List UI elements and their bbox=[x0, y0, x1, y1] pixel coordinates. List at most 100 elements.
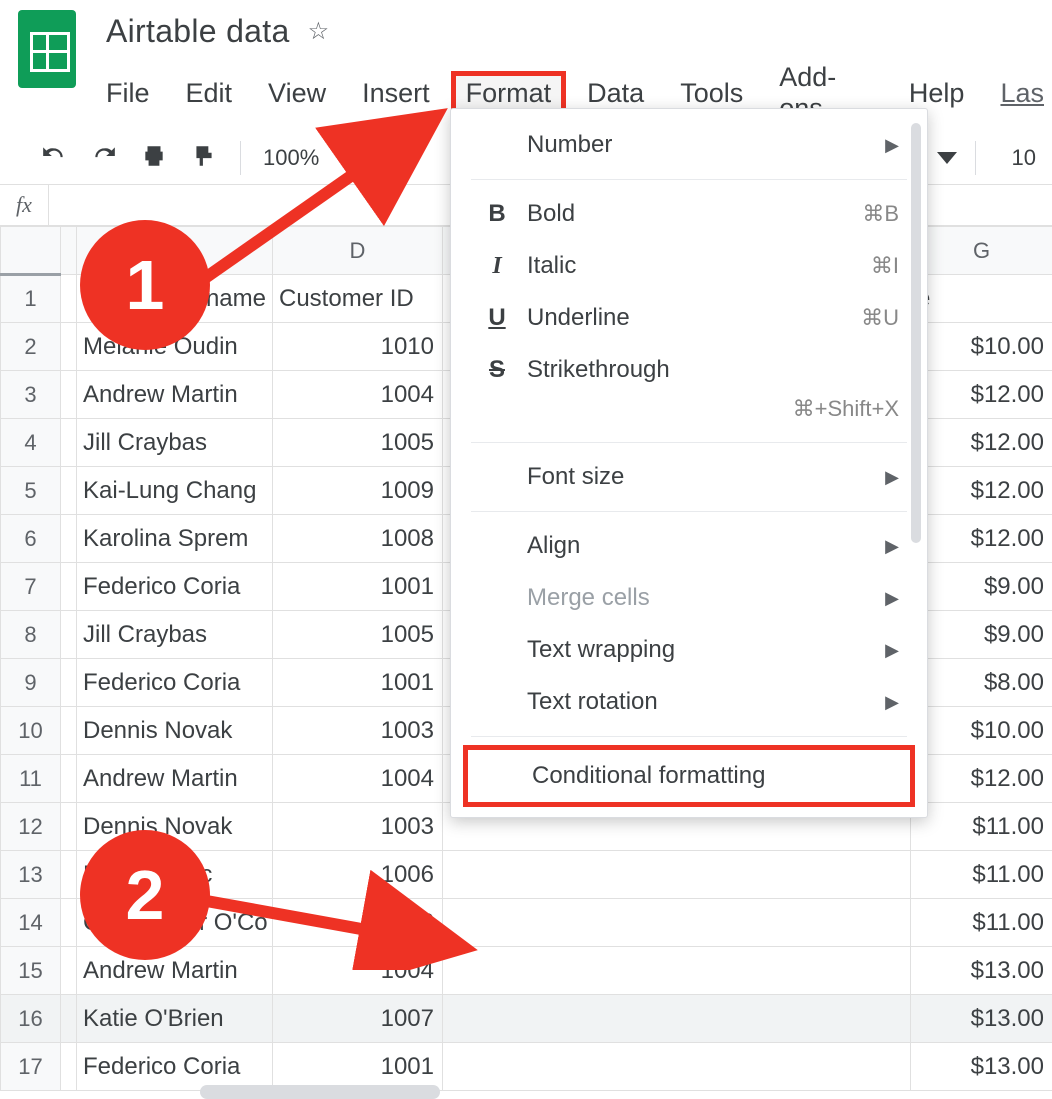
cell-amount[interactable]: $13.00 bbox=[911, 995, 1052, 1043]
cell-id[interactable]: 1007 bbox=[273, 995, 443, 1043]
menu-item-bold[interactable]: B Bold ⌘B bbox=[451, 188, 927, 240]
cell-id[interactable]: 1003 bbox=[273, 803, 443, 851]
cell[interactable] bbox=[443, 851, 911, 899]
undo-icon[interactable] bbox=[40, 143, 68, 174]
cell-name[interactable]: Kai-Lung Chang bbox=[77, 467, 273, 515]
cell-gutter bbox=[61, 611, 77, 659]
document-title[interactable]: Airtable data bbox=[106, 13, 290, 50]
redo-icon[interactable] bbox=[90, 143, 118, 174]
cell-id[interactable]: 1005 bbox=[273, 419, 443, 467]
cell-amount[interactable]: $12.00 bbox=[911, 515, 1052, 563]
cell-amount[interactable]: $8.00 bbox=[911, 659, 1052, 707]
cell-name[interactable]: Federico Coria bbox=[77, 659, 273, 707]
cell-amount[interactable]: $11.00 bbox=[911, 899, 1052, 947]
cell-id[interactable]: 1009 bbox=[273, 467, 443, 515]
row-header[interactable]: 11 bbox=[1, 755, 61, 803]
sheets-logo-icon[interactable] bbox=[18, 10, 76, 88]
cell-amount[interactable]: $13.00 bbox=[911, 947, 1052, 995]
menu-tools[interactable]: Tools bbox=[680, 78, 743, 109]
cell-name[interactable]: Jill Craybas bbox=[77, 611, 273, 659]
cell-name[interactable]: Jill Craybas bbox=[77, 419, 273, 467]
row-header[interactable]: 4 bbox=[1, 419, 61, 467]
shortcut: ⌘B bbox=[862, 201, 899, 227]
menu-item-conditional-formatting[interactable]: Conditional formatting bbox=[468, 750, 910, 802]
menu-item-underline[interactable]: U Underline ⌘U bbox=[451, 292, 927, 344]
row-header[interactable]: 12 bbox=[1, 803, 61, 851]
cell-name[interactable]: Dennis Novak bbox=[77, 707, 273, 755]
cell-id[interactable]: 1003 bbox=[273, 707, 443, 755]
menu-item-strikethrough[interactable]: S Strikethrough bbox=[451, 344, 927, 396]
cell-amount[interactable]: $10.00 bbox=[911, 707, 1052, 755]
menu-item-font-size[interactable]: Font size ▶ bbox=[451, 451, 927, 503]
menu-file[interactable]: File bbox=[106, 78, 150, 109]
cell-amount[interactable]: $9.00 bbox=[911, 563, 1052, 611]
cell-gutter bbox=[61, 659, 77, 707]
fx-icon[interactable]: fx bbox=[0, 192, 48, 218]
cell[interactable] bbox=[443, 899, 911, 947]
cell-name[interactable]: Andrew Martin bbox=[77, 371, 273, 419]
row-header[interactable]: 14 bbox=[1, 899, 61, 947]
cell-id[interactable]: 1001 bbox=[273, 659, 443, 707]
cell[interactable] bbox=[443, 1043, 911, 1091]
row-header[interactable]: 7 bbox=[1, 563, 61, 611]
menu-separator bbox=[471, 511, 907, 512]
row-header[interactable]: 5 bbox=[1, 467, 61, 515]
dropdown-triangle-icon[interactable] bbox=[937, 152, 957, 164]
row-header[interactable]: 1 bbox=[1, 275, 61, 323]
cell-amount[interactable]: $11.00 bbox=[911, 851, 1052, 899]
menu-item-align[interactable]: Align ▶ bbox=[451, 520, 927, 572]
callout-arrow-1 bbox=[178, 100, 458, 300]
cell-id[interactable]: 1010 bbox=[273, 323, 443, 371]
print-icon[interactable] bbox=[140, 143, 168, 174]
cell-name[interactable]: Katie O'Brien bbox=[77, 995, 273, 1043]
cell-amount[interactable]: $12.00 bbox=[911, 419, 1052, 467]
cell-amount[interactable]: $11.00 bbox=[911, 803, 1052, 851]
toolbar-right: 10 bbox=[937, 141, 1036, 175]
cell-id[interactable]: 1004 bbox=[273, 755, 443, 803]
row-header[interactable]: 3 bbox=[1, 371, 61, 419]
font-size-value[interactable]: 10 bbox=[1012, 145, 1036, 171]
menu-separator bbox=[471, 179, 907, 180]
menu-last-edit[interactable]: Las bbox=[1000, 78, 1044, 109]
row-header[interactable]: 15 bbox=[1, 947, 61, 995]
header-cell-g[interactable]: e bbox=[911, 275, 1052, 323]
menu-item-text-rotation[interactable]: Text rotation ▶ bbox=[451, 676, 927, 728]
row-header[interactable]: 6 bbox=[1, 515, 61, 563]
cell-amount[interactable]: $12.00 bbox=[911, 755, 1052, 803]
cell-name[interactable]: Andrew Martin bbox=[77, 755, 273, 803]
row-header[interactable]: 2 bbox=[1, 323, 61, 371]
menu-item-text-wrapping[interactable]: Text wrapping ▶ bbox=[451, 624, 927, 676]
horizontal-scrollbar[interactable] bbox=[200, 1085, 440, 1099]
row-header[interactable]: 13 bbox=[1, 851, 61, 899]
menu-item-italic[interactable]: I Italic ⌘I bbox=[451, 240, 927, 292]
menu-help[interactable]: Help bbox=[909, 78, 965, 109]
menu-data[interactable]: Data bbox=[587, 78, 644, 109]
cell-id[interactable]: 1001 bbox=[273, 1043, 443, 1091]
cell-name[interactable]: Karolina Sprem bbox=[77, 515, 273, 563]
cell-id[interactable]: 1005 bbox=[273, 611, 443, 659]
row-header[interactable]: 17 bbox=[1, 1043, 61, 1091]
cell[interactable] bbox=[443, 947, 911, 995]
row-header[interactable]: 16 bbox=[1, 995, 61, 1043]
col-header-g[interactable]: G bbox=[911, 227, 1052, 275]
submenu-arrow-icon: ▶ bbox=[885, 588, 899, 609]
cell-amount[interactable]: $13.00 bbox=[911, 1043, 1052, 1091]
cell-name[interactable]: Federico Coria bbox=[77, 563, 273, 611]
row-header[interactable]: 9 bbox=[1, 659, 61, 707]
cell-amount[interactable]: $12.00 bbox=[911, 371, 1052, 419]
cell-gutter bbox=[61, 275, 77, 323]
cell-name[interactable]: Federico Coria bbox=[77, 1043, 273, 1091]
cell-amount[interactable]: $12.00 bbox=[911, 467, 1052, 515]
shortcut: ⌘+Shift+X bbox=[793, 396, 899, 422]
cell-amount[interactable]: $9.00 bbox=[911, 611, 1052, 659]
star-icon[interactable]: ☆ bbox=[308, 17, 330, 46]
corner-cell[interactable] bbox=[1, 227, 61, 275]
cell-id[interactable]: 1004 bbox=[273, 371, 443, 419]
menu-item-number[interactable]: Number ▶ bbox=[451, 119, 927, 171]
cell-id[interactable]: 1001 bbox=[273, 563, 443, 611]
row-header[interactable]: 10 bbox=[1, 707, 61, 755]
cell-id[interactable]: 1008 bbox=[273, 515, 443, 563]
cell[interactable] bbox=[443, 995, 911, 1043]
row-header[interactable]: 8 bbox=[1, 611, 61, 659]
cell-amount[interactable]: $10.00 bbox=[911, 323, 1052, 371]
